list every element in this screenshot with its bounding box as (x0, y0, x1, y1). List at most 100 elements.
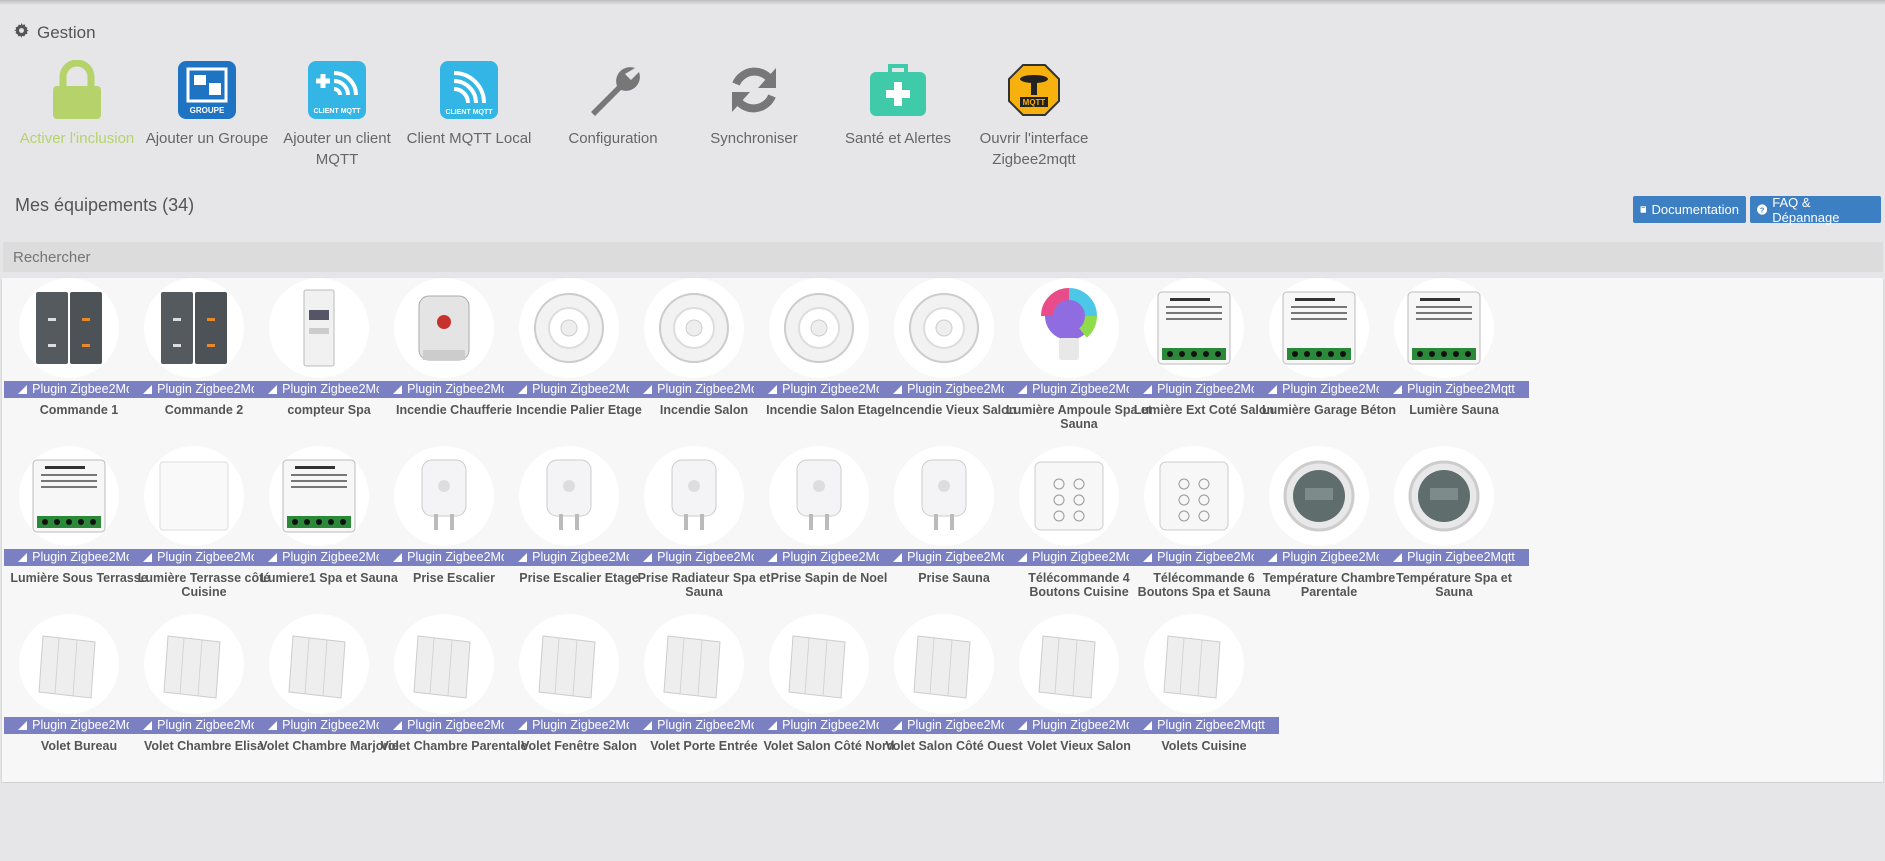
signal-icon (18, 385, 28, 394)
wrench-icon (583, 60, 643, 120)
plugin-label: Plugin Zigbee2Mqtt (1032, 550, 1140, 564)
signal-icon (643, 721, 653, 730)
signal-icon (518, 553, 528, 562)
signal-icon (768, 721, 778, 730)
device-image (1269, 278, 1369, 378)
signal-icon (893, 385, 903, 394)
action-label: Synchroniser (710, 130, 798, 147)
svg-text:GROUPE: GROUPE (190, 106, 225, 115)
signal-icon (393, 553, 403, 562)
device-image (769, 614, 869, 714)
top-shadow (0, 0, 1885, 5)
action-label: Santé et Alertes (845, 130, 951, 147)
plugin-label: Plugin Zigbee2Mqtt (657, 382, 765, 396)
equipment-name: Lumière Sauna (1409, 403, 1499, 417)
plugin-label: Plugin Zigbee2Mqtt (782, 382, 890, 396)
device-image (894, 614, 994, 714)
plugin-label: Plugin Zigbee2Mqtt (907, 382, 1015, 396)
equipment-grid: Plugin Zigbee2Mqtt Commande 1 Plugin Zigbe… (2, 278, 1883, 782)
plugin-label: Plugin Zigbee2Mqtt (32, 382, 140, 396)
svg-text:CLIENT MQTT: CLIENT MQTT (445, 109, 493, 116)
equipment-title: Mes équipements (34) (15, 195, 195, 215)
sync-icon (724, 60, 784, 120)
plugin-label: Plugin Zigbee2Mqtt (282, 382, 390, 396)
open-zigbee2mqtt-button[interactable]: MQTT Ouvrir l'interface Zigbee2mqtt (969, 60, 1099, 170)
activate-inclusion-button[interactable]: Activer l'inclusion (12, 60, 142, 149)
signal-icon (518, 385, 528, 394)
device-image (1019, 446, 1119, 546)
signal-icon (1268, 553, 1278, 562)
device-image (144, 614, 244, 714)
local-mqtt-client-button[interactable]: CLIENT MQTT Client MQTT Local (404, 60, 534, 149)
device-image (519, 446, 619, 546)
plugin-label: Plugin Zigbee2Mqtt (532, 718, 640, 732)
action-label: Client MQTT Local (406, 130, 532, 147)
device-image (644, 278, 744, 378)
plugin-badge: Plugin Zigbee2Mqtt (1129, 717, 1279, 734)
actions-bar: Activer l'inclusion GROUPE Ajouter un Gr… (0, 60, 1885, 170)
configuration-button[interactable]: Configuration (548, 60, 678, 149)
faq-label: FAQ & Dépannage (1772, 194, 1840, 225)
medkit-icon (868, 60, 928, 120)
signal-icon (643, 553, 653, 562)
equipment-card[interactable]: Plugin Zigbee2Mqtt Température Spa et Sau… (1379, 446, 1529, 606)
plugin-label: Plugin Zigbee2Mqtt (32, 550, 140, 564)
plugin-label: Plugin Zigbee2Mqtt (1282, 550, 1390, 564)
faq-button[interactable]: ? FAQ & Dépannage (1750, 194, 1881, 225)
synchronize-button[interactable]: Synchroniser (689, 60, 819, 149)
device-image (1269, 446, 1369, 546)
equipment-card[interactable]: Plugin Zigbee2Mqtt Lumière Sauna (1379, 278, 1529, 438)
equipment-name: Température Spa et Sauna (1396, 571, 1512, 599)
plugin-badge: Plugin Zigbee2Mqtt (1379, 381, 1529, 398)
signal-icon (768, 553, 778, 562)
plugin-label: Plugin Zigbee2Mqtt (1282, 382, 1390, 396)
groupe-icon: GROUPE (177, 60, 237, 120)
plugin-label: Plugin Zigbee2Mqtt (1157, 718, 1265, 732)
device-image (1394, 278, 1494, 378)
health-alerts-button[interactable]: Santé et Alertes (833, 60, 963, 149)
device-image (894, 278, 994, 378)
action-label: Activer l'inclusion (19, 130, 135, 147)
plugin-label: Plugin Zigbee2Mqtt (1407, 382, 1515, 396)
plugin-label: Plugin Zigbee2Mqtt (407, 382, 515, 396)
plugin-badge: Plugin Zigbee2Mqtt (1379, 549, 1529, 566)
device-image (1019, 278, 1119, 378)
action-label: Ouvrir l'interface Zigbee2mqtt (979, 130, 1089, 168)
device-image (769, 446, 869, 546)
device-image (19, 278, 119, 378)
signal-icon (893, 721, 903, 730)
signal-icon (18, 721, 28, 730)
zigbee2mqtt-icon: MQTT (1004, 60, 1064, 120)
signal-icon (393, 385, 403, 394)
plugin-label: Plugin Zigbee2Mqtt (532, 382, 640, 396)
section-title-text: Gestion (37, 23, 96, 42)
signal-icon (1143, 721, 1153, 730)
documentation-button[interactable]: Documentation (1633, 196, 1746, 223)
signal-icon (393, 721, 403, 730)
signal-icon (1143, 385, 1153, 394)
add-client-mqtt-icon: CLIENT MQTT (307, 60, 367, 120)
search-input[interactable] (3, 242, 1883, 272)
plugin-label: Plugin Zigbee2Mqtt (657, 550, 765, 564)
equipment-card[interactable]: Plugin Zigbee2Mqtt Volets Cuisine (1129, 614, 1279, 774)
signal-icon (893, 553, 903, 562)
plugin-label: Plugin Zigbee2Mqtt (1032, 382, 1140, 396)
gear-icon (14, 23, 29, 43)
device-image (269, 446, 369, 546)
book-icon (1640, 206, 1647, 213)
device-image (894, 446, 994, 546)
device-image (1019, 614, 1119, 714)
section-title: Gestion (14, 23, 96, 43)
plugin-label: Plugin Zigbee2Mqtt (407, 550, 515, 564)
equipment-name: Volets Cuisine (1161, 739, 1247, 753)
signal-icon (1143, 553, 1153, 562)
client-mqtt-icon: CLIENT MQTT (439, 60, 499, 120)
device-image (394, 614, 494, 714)
add-mqtt-client-button[interactable]: CLIENT MQTT Ajouter un client MQTT (272, 60, 402, 170)
device-image (1144, 446, 1244, 546)
signal-icon (143, 385, 153, 394)
plugin-label: Plugin Zigbee2Mqtt (657, 718, 765, 732)
svg-text:MQTT: MQTT (1023, 98, 1046, 107)
device-image (19, 614, 119, 714)
add-group-button[interactable]: GROUPE Ajouter un Groupe (142, 60, 272, 149)
